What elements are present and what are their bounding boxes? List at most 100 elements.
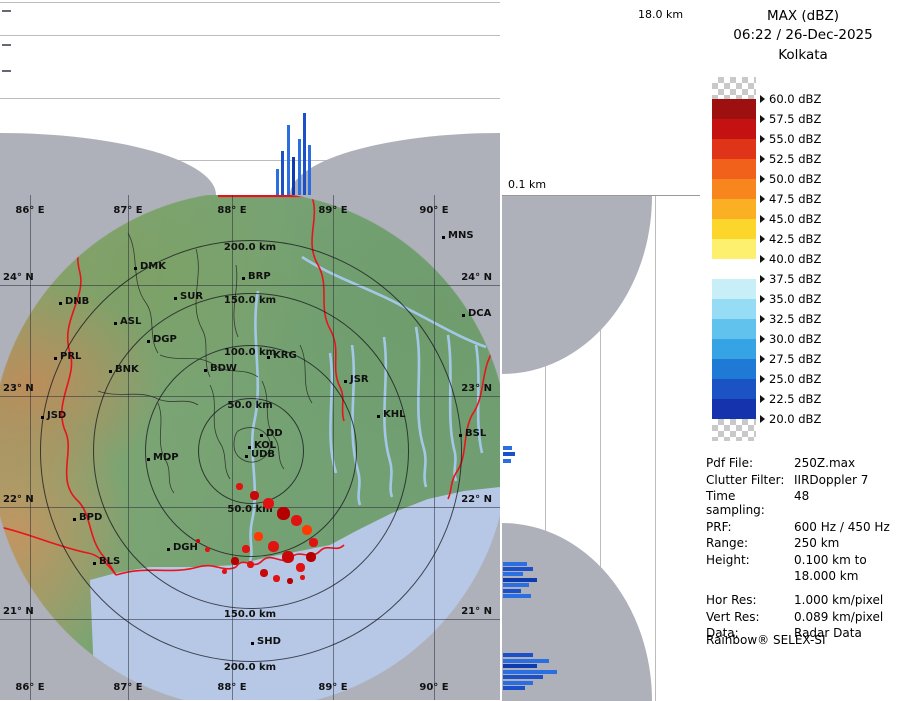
color-scale-overflow-bottom (712, 419, 756, 441)
city-dot-icon (377, 415, 380, 418)
longitude-label: 89° E (318, 205, 347, 216)
city-name: BRP (248, 271, 271, 282)
echo-cell (196, 539, 200, 543)
color-band (712, 319, 756, 339)
color-band (712, 199, 756, 219)
longitude-label: 87° E (113, 205, 142, 216)
city-dot-icon (54, 357, 57, 360)
city-dot-icon (114, 322, 117, 325)
scale-tick-icon (760, 195, 765, 203)
echo-cell (309, 538, 318, 547)
echo-column (298, 139, 301, 195)
info-row: 18.000 km (706, 569, 904, 583)
color-band (712, 399, 756, 419)
info-row: Clutter Filter:IIRDoppler 7 (706, 473, 904, 487)
scale-tick-icon (760, 95, 765, 103)
scale-label-text: 50.0 dBZ (769, 172, 821, 186)
info-value: 18.000 km (794, 569, 858, 583)
scale-label-text: 20.0 dBZ (769, 412, 821, 426)
echo-cell (222, 569, 227, 574)
echo-cell (277, 507, 290, 520)
city-dot-icon (442, 236, 445, 239)
city-dot-icon (344, 380, 347, 383)
info-value: 1.000 km/pixel (794, 593, 883, 607)
city-dot-icon (260, 434, 263, 437)
echo-cell (254, 532, 263, 541)
product-info: Pdf File:250Z.maxClutter Filter:IIRDoppl… (706, 456, 904, 643)
city-name: KRG (273, 350, 297, 361)
city-dot-icon (267, 356, 270, 359)
height-axis-min-label: 0.1 km (508, 178, 546, 191)
echo-column (503, 664, 537, 668)
height-axis-corner: 18.0 km 0.1 km (500, 0, 700, 195)
info-label: Time sampling: (706, 489, 794, 517)
echo-cell (231, 557, 239, 565)
side-cross-section-panel (502, 195, 700, 701)
echo-cell (236, 483, 243, 490)
scale-tick-icon (760, 415, 765, 423)
echo-column (503, 594, 531, 598)
scale-label-text: 22.5 dBZ (769, 392, 821, 406)
echo-cell (250, 491, 259, 500)
city-dot-icon (462, 314, 465, 317)
echo-cell (302, 525, 312, 535)
echo-cell (268, 541, 279, 552)
city-dot-icon (459, 434, 462, 437)
color-band (712, 279, 756, 299)
scale-label: 57.5 dBZ (760, 112, 821, 126)
legend-panel: MAX (dBZ) 06:22 / 26-Dec-2025 Kolkata 60… (700, 0, 906, 700)
echo-column (308, 145, 311, 195)
city-name: DD (266, 428, 283, 439)
product-title: MAX (dBZ) (700, 8, 906, 24)
scale-tick-icon (760, 175, 765, 183)
scale-label-text: 47.5 dBZ (769, 192, 821, 206)
product-datetime: 06:22 / 26-Dec-2025 (700, 27, 906, 43)
color-band (712, 99, 756, 119)
latitude-label: 22° N (3, 494, 34, 505)
info-value: IIRDoppler 7 (794, 473, 868, 487)
echo-cell (247, 561, 254, 568)
info-row: PRF:600 Hz / 450 Hz (706, 520, 904, 534)
echo-cell (263, 498, 274, 509)
scale-tick-icon (760, 215, 765, 223)
longitude-label: 89° E (318, 682, 347, 693)
latitude-label: 24° N (461, 272, 492, 283)
scale-label-text: 52.5 dBZ (769, 152, 821, 166)
scale-label-text: 30.0 dBZ (769, 332, 821, 346)
scale-label: 25.0 dBZ (760, 372, 821, 386)
site-name: Kolkata (700, 47, 906, 63)
scale-tick-icon (760, 275, 765, 283)
city-name: KHL (383, 409, 406, 420)
scale-tick-icon (760, 395, 765, 403)
scale-tick-icon (760, 155, 765, 163)
echo-cell (296, 563, 305, 572)
city-dot-icon (147, 340, 150, 343)
echo-cell (291, 515, 302, 526)
scale-label-text: 42.5 dBZ (769, 232, 821, 246)
height-axis-tick (2, 10, 11, 12)
echo-cell (242, 545, 250, 553)
scale-label-text: 32.5 dBZ (769, 312, 821, 326)
info-value: 0.089 km/pixel (794, 610, 883, 624)
city-name: BNK (115, 364, 139, 375)
scale-tick-icon (760, 375, 765, 383)
scale-label-text: 35.0 dBZ (769, 292, 821, 306)
info-value: 250Z.max (794, 456, 855, 470)
scale-label: 37.5 dBZ (760, 272, 821, 286)
echo-cell (306, 552, 316, 562)
city-name: JSR (350, 374, 369, 385)
echo-column (292, 157, 295, 195)
echo-column (503, 572, 523, 576)
echo-column (503, 562, 527, 566)
color-scale-overflow-top (712, 77, 756, 99)
height-gridline (655, 196, 656, 701)
scale-label-text: 45.0 dBZ (769, 212, 821, 226)
echo-column (503, 670, 557, 674)
city-dot-icon (134, 267, 137, 270)
city-name: UDB (251, 449, 275, 460)
scale-label-text: 57.5 dBZ (769, 112, 821, 126)
scale-tick-icon (760, 295, 765, 303)
scale-label: 47.5 dBZ (760, 192, 821, 206)
scale-tick-icon (760, 335, 765, 343)
echo-column (503, 686, 525, 690)
